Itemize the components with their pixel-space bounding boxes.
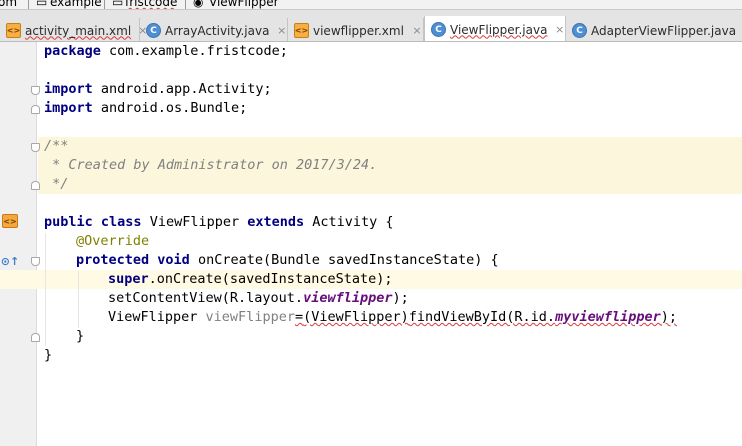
breadcrumb-class-icon: ◉ bbox=[193, 0, 204, 9]
fold-marker-comment-end[interactable] bbox=[31, 181, 40, 190]
code-text: setContentView(R.layout. bbox=[108, 290, 304, 306]
keyword: import bbox=[44, 100, 93, 116]
code-line-13: super.onCreate(savedInstanceState); bbox=[108, 270, 392, 289]
code-text: android.os.Bundle; bbox=[92, 100, 248, 116]
code-line-7: * Created by Administrator on 2017/3/24. bbox=[44, 157, 378, 173]
override-method-icon[interactable]: ⊙↑ bbox=[1, 254, 19, 268]
code-text: android.app.Activity; bbox=[92, 81, 272, 97]
class-name: ViewFlipper bbox=[141, 214, 248, 230]
code-line-12: protected void onCreate(Bundle savedInst… bbox=[76, 251, 499, 270]
tab-adapter-viewflipper-java[interactable]: C AdapterViewFlipper.java × bbox=[566, 18, 742, 41]
breadcrumb-item-viewflipper[interactable]: ViewFlipper bbox=[209, 0, 279, 9]
keyword: protected bbox=[76, 252, 150, 268]
code-text: .onCreate(savedInstanceState); bbox=[148, 271, 393, 287]
keyword: package bbox=[44, 43, 101, 59]
type-name: ViewFlipper bbox=[108, 309, 206, 325]
breadcrumb-item-example[interactable]: example bbox=[50, 0, 102, 9]
breadcrumb-separator bbox=[28, 0, 29, 9]
close-icon[interactable]: × bbox=[554, 23, 565, 36]
tab-label: ViewFlipper.java bbox=[450, 22, 548, 37]
close-icon[interactable]: × bbox=[411, 24, 423, 37]
breadcrumb-item-fristcode[interactable]: fristcode bbox=[125, 0, 177, 9]
tab-label: AdapterViewFlipper.java bbox=[591, 23, 737, 38]
breadcrumb-separator bbox=[185, 0, 186, 9]
code-line-10: public class ViewFlipper extends Activit… bbox=[44, 213, 394, 232]
breadcrumb-folder-icon: ▭ bbox=[112, 0, 124, 9]
code-line-6: /** bbox=[44, 138, 69, 154]
code-line-1: package com.example.fristcode; bbox=[44, 42, 288, 61]
operator: = bbox=[294, 309, 304, 325]
code-line-8: */ bbox=[44, 176, 69, 192]
fold-marker-method-end[interactable] bbox=[31, 333, 40, 342]
fold-marker-comment[interactable] bbox=[31, 143, 40, 152]
breadcrumb-item-om[interactable]: om bbox=[0, 0, 17, 9]
keyword: extends bbox=[247, 214, 305, 230]
tab-viewflipper-java[interactable]: C ViewFlipper.java × bbox=[424, 16, 566, 41]
static-field: myviewflipper bbox=[555, 309, 661, 325]
tab-label: activity_main.xml bbox=[25, 23, 132, 38]
tab-viewflipper-xml[interactable]: <> viewflipper.xml × bbox=[288, 18, 424, 41]
code-text: com.example.fristcode; bbox=[100, 43, 288, 59]
code-line-14: setContentView(R.layout.viewflipper); bbox=[108, 289, 409, 308]
keyword: public bbox=[44, 214, 93, 230]
fold-marker-imports[interactable] bbox=[31, 86, 40, 95]
indent-guide bbox=[78, 271, 79, 328]
keyword: import bbox=[44, 81, 93, 97]
breadcrumb-separator bbox=[104, 0, 105, 9]
xml-file-icon: <> bbox=[294, 23, 309, 38]
code-text: ); bbox=[660, 309, 678, 325]
indent-guide bbox=[45, 233, 46, 346]
code-text: onCreate(Bundle savedInstanceState) { bbox=[189, 252, 499, 268]
keyword: super bbox=[108, 271, 149, 287]
tab-label: viewflipper.xml bbox=[313, 23, 404, 38]
java-class-icon: C bbox=[572, 23, 587, 38]
breadcrumb-folder-icon: ▭ bbox=[36, 0, 48, 9]
tab-activity-main-xml[interactable]: <> activity_main.xml × bbox=[0, 18, 147, 41]
keyword: class bbox=[100, 214, 142, 230]
unused-variable: viewFlipper bbox=[205, 309, 295, 325]
tab-label: ArrayActivity.java bbox=[165, 23, 270, 38]
editor-tab-bar: <> activity_main.xml × C ArrayActivity.j… bbox=[0, 9, 742, 42]
code-line-15: ViewFlipper viewFlipper=(ViewFlipper)fin… bbox=[108, 308, 677, 327]
fold-marker-method[interactable] bbox=[31, 257, 40, 266]
code-text: ); bbox=[392, 290, 409, 306]
editor-gutter[interactable] bbox=[0, 42, 37, 446]
code-text: Activity { bbox=[304, 214, 394, 230]
fold-marker-imports-end[interactable] bbox=[31, 105, 40, 114]
code-text: =(ViewFlipper)findViewById(R.id.myviewfl… bbox=[295, 309, 677, 325]
code-text: findViewById(R.id. bbox=[408, 309, 556, 325]
static-field: viewflipper bbox=[303, 290, 393, 306]
tab-array-activity-java[interactable]: C ArrayActivity.java × bbox=[140, 18, 288, 41]
code-line-17: } bbox=[44, 347, 53, 363]
code-line-16: } bbox=[76, 328, 85, 344]
implemented-class-icon[interactable]: <> bbox=[2, 214, 18, 228]
code-line-3: import android.app.Activity; bbox=[44, 80, 272, 99]
breadcrumb: om ▭ example ▭ fristcode ◉ ViewFlipper bbox=[0, 0, 742, 9]
code-line-11: @Override bbox=[76, 233, 150, 249]
java-class-icon: C bbox=[146, 23, 161, 38]
keyword: void bbox=[157, 252, 190, 268]
cast-expression: (ViewFlipper) bbox=[303, 309, 409, 325]
java-class-icon: C bbox=[431, 22, 446, 37]
code-line-4: import android.os.Bundle; bbox=[44, 99, 247, 118]
xml-file-icon: <> bbox=[6, 23, 21, 38]
close-icon[interactable]: × bbox=[276, 24, 287, 37]
